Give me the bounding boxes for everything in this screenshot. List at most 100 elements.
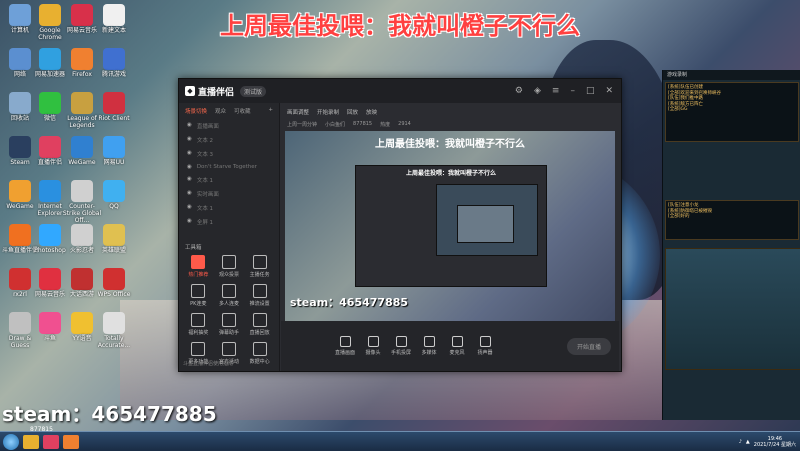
accelerator-icon (39, 48, 61, 70)
source-label: 全屏 1 (196, 220, 214, 226)
taskbar: ♪ ▲ 19:46 2021/7/24 星期六 (0, 431, 800, 451)
eye-icon[interactable]: ◉ (187, 150, 192, 158)
network-icon[interactable]: ▲ (746, 439, 750, 445)
version-badge: 测试版 (240, 85, 267, 97)
desktop-icon[interactable]: Totally Accurate... (94, 312, 134, 349)
tab-scene[interactable]: 场景切换 (185, 107, 207, 115)
clock[interactable]: 19:46 2021/7/24 星期六 (754, 436, 796, 448)
source-item[interactable]: ◉ 文本 3 (179, 147, 279, 161)
wegame-icon (71, 136, 93, 158)
menu-icon[interactable]: ≡ (552, 86, 560, 96)
eye-icon[interactable]: ◉ (187, 204, 192, 212)
source-item[interactable]: ◉ 实时画面 (179, 187, 279, 201)
app-icon (9, 268, 31, 290)
tool-icon (191, 284, 206, 298)
source-label: Don't Starve Together (196, 164, 257, 170)
recycle-bin-icon (9, 92, 31, 114)
start-button[interactable] (3, 433, 19, 450)
tool-button[interactable]: 主播任务 (244, 255, 275, 278)
close-icon[interactable]: ✕ (605, 86, 613, 96)
scene-tabs[interactable]: 场景切换 观众 可收藏 + (179, 103, 279, 119)
tab-record[interactable]: 开始录制 (317, 108, 339, 116)
source-item[interactable]: ◉ 全屏 1 (179, 215, 279, 229)
source-item[interactable]: ◉ 文本 1 (179, 173, 279, 187)
tool-button[interactable]: 数据中心 (244, 342, 275, 365)
control-button[interactable]: 摄像头 (359, 336, 387, 356)
heat-label: 热度 (380, 122, 391, 128)
tool-icon (252, 255, 267, 269)
tab-audience[interactable]: 观众 (215, 107, 226, 115)
control-button[interactable]: 扬声器 (471, 336, 499, 356)
tab-adjust[interactable]: 画面调整 (287, 108, 309, 116)
eye-icon[interactable]: ◉ (187, 164, 192, 170)
desktop-icon-label: 网易UU (103, 159, 125, 166)
guide-link[interactable]: 斗鱼直播伴侣使用指南 (183, 360, 233, 367)
nested-preview: 上周最佳投喂：我就叫橙子不行么 (355, 165, 547, 287)
mic-icon (451, 336, 463, 347)
preview-status: 上周一周分钟 小白鱼们 877815 热度 2914 (281, 121, 619, 128)
tab-replay[interactable]: 回放 (347, 108, 358, 116)
preview-headline: 上周最佳投喂：我就叫橙子不行么 (375, 139, 525, 150)
app-logo: ◆ 直播伴侣 (185, 85, 234, 98)
control-button[interactable]: 麦克风 (443, 336, 471, 356)
desktop-icon[interactable]: 腾讯游戏 (94, 48, 134, 78)
desktop-icon[interactable]: WPS Office (94, 268, 134, 298)
tabs-icon (103, 312, 125, 334)
minimize-icon[interactable]: – (570, 86, 575, 96)
tool-button[interactable]: PK连麦 (183, 284, 214, 307)
source-item[interactable]: ◉ 直播画面 (179, 119, 279, 133)
desktop-icon-label: 腾讯游戏 (101, 71, 126, 78)
desktop-icon[interactable]: 英雄联盟 (94, 224, 134, 254)
xiyou-icon (71, 268, 93, 290)
eye-icon[interactable]: ◉ (187, 136, 192, 144)
control-button[interactable]: 多媒体 (415, 336, 443, 356)
go-live-button[interactable]: 开始直播 (566, 337, 611, 355)
desktop-icon[interactable]: 新建文本 (94, 4, 134, 34)
tool-button[interactable]: 福利抽奖 (183, 313, 214, 336)
eye-icon[interactable]: ◉ (187, 176, 192, 184)
preview-area: 画面调整 开始录制 回放 放映 上周一周分钟 小白鱼们 877815 热度 29… (281, 103, 619, 339)
game-window[interactable]: 游戏录制 [系统]队伍已创建 [全部]欢迎来到召唤师峡谷 [队伍]我们推中路 [系统]… (662, 70, 800, 420)
add-scene-icon[interactable]: + (268, 107, 273, 115)
source-item[interactable]: ◉ 文本 1 (179, 201, 279, 215)
desktop-icon[interactable]: 网易UU (94, 136, 134, 166)
text-file-icon (103, 4, 125, 26)
maximize-icon[interactable]: □ (586, 86, 595, 96)
game-title: 游戏录制 (663, 70, 800, 80)
tool-button[interactable]: 观众投票 (214, 255, 245, 278)
eye-icon[interactable]: ◉ (187, 190, 192, 198)
tool-button[interactable]: 弹幕助手 (214, 313, 245, 336)
eye-icon[interactable]: ◉ (187, 122, 192, 130)
desktop-icon[interactable]: QQ (94, 180, 134, 210)
taskbar-chrome-icon[interactable] (23, 434, 39, 449)
desktop-icon-label: 新建文本 (101, 27, 126, 34)
source-item[interactable]: ◉ 文本 2 (179, 133, 279, 147)
control-button[interactable]: 直播画面 (331, 336, 359, 356)
tab-favorites[interactable]: 可收藏 (234, 107, 251, 115)
volume-icon[interactable]: ♪ (739, 439, 742, 445)
system-tray[interactable]: ♪ ▲ 19:46 2021/7/24 星期六 (739, 436, 796, 448)
network-icon (9, 48, 31, 70)
app-titlebar[interactable]: ◆ 直播伴侣 测试版 ⚙ ◈ ≡ – □ ✕ (179, 79, 621, 103)
tool-button[interactable]: 推流设置 (244, 284, 275, 307)
preview-tabs[interactable]: 画面调整 开始录制 回放 放映 (281, 103, 619, 121)
game-minimap[interactable] (665, 248, 800, 370)
steam-overlay-small: steam：465477885 (290, 296, 409, 309)
taskbar-douyu-icon[interactable] (63, 434, 79, 449)
taskbar-live-icon[interactable] (43, 434, 59, 449)
tool-button[interactable]: 热门推荐 (183, 255, 214, 278)
window-controls[interactable]: ⚙ ◈ ≡ – □ ✕ (515, 86, 613, 96)
desktop-icon-label: 英雄联盟 (101, 247, 126, 254)
desktop-icon[interactable]: Riot Client (94, 92, 134, 122)
tab-projector[interactable]: 放映 (366, 108, 377, 116)
source-label: 文本 1 (196, 206, 214, 212)
tool-button[interactable]: 多人连麦 (214, 284, 245, 307)
eye-icon[interactable]: ◉ (187, 218, 192, 226)
control-button[interactable]: 手机投屏 (387, 336, 415, 356)
source-label: 实时画面 (196, 192, 219, 198)
streaming-app-window[interactable]: ◆ 直播伴侣 测试版 ⚙ ◈ ≡ – □ ✕ 场景切换 观众 可收藏 + ◉ 直播… (178, 78, 622, 372)
settings-icon[interactable]: ⚙ (515, 86, 523, 96)
tool-button[interactable]: 直播回放 (244, 313, 275, 336)
skin-icon[interactable]: ◈ (534, 86, 541, 96)
source-item[interactable]: ◉ Don't Starve Together (179, 161, 279, 173)
